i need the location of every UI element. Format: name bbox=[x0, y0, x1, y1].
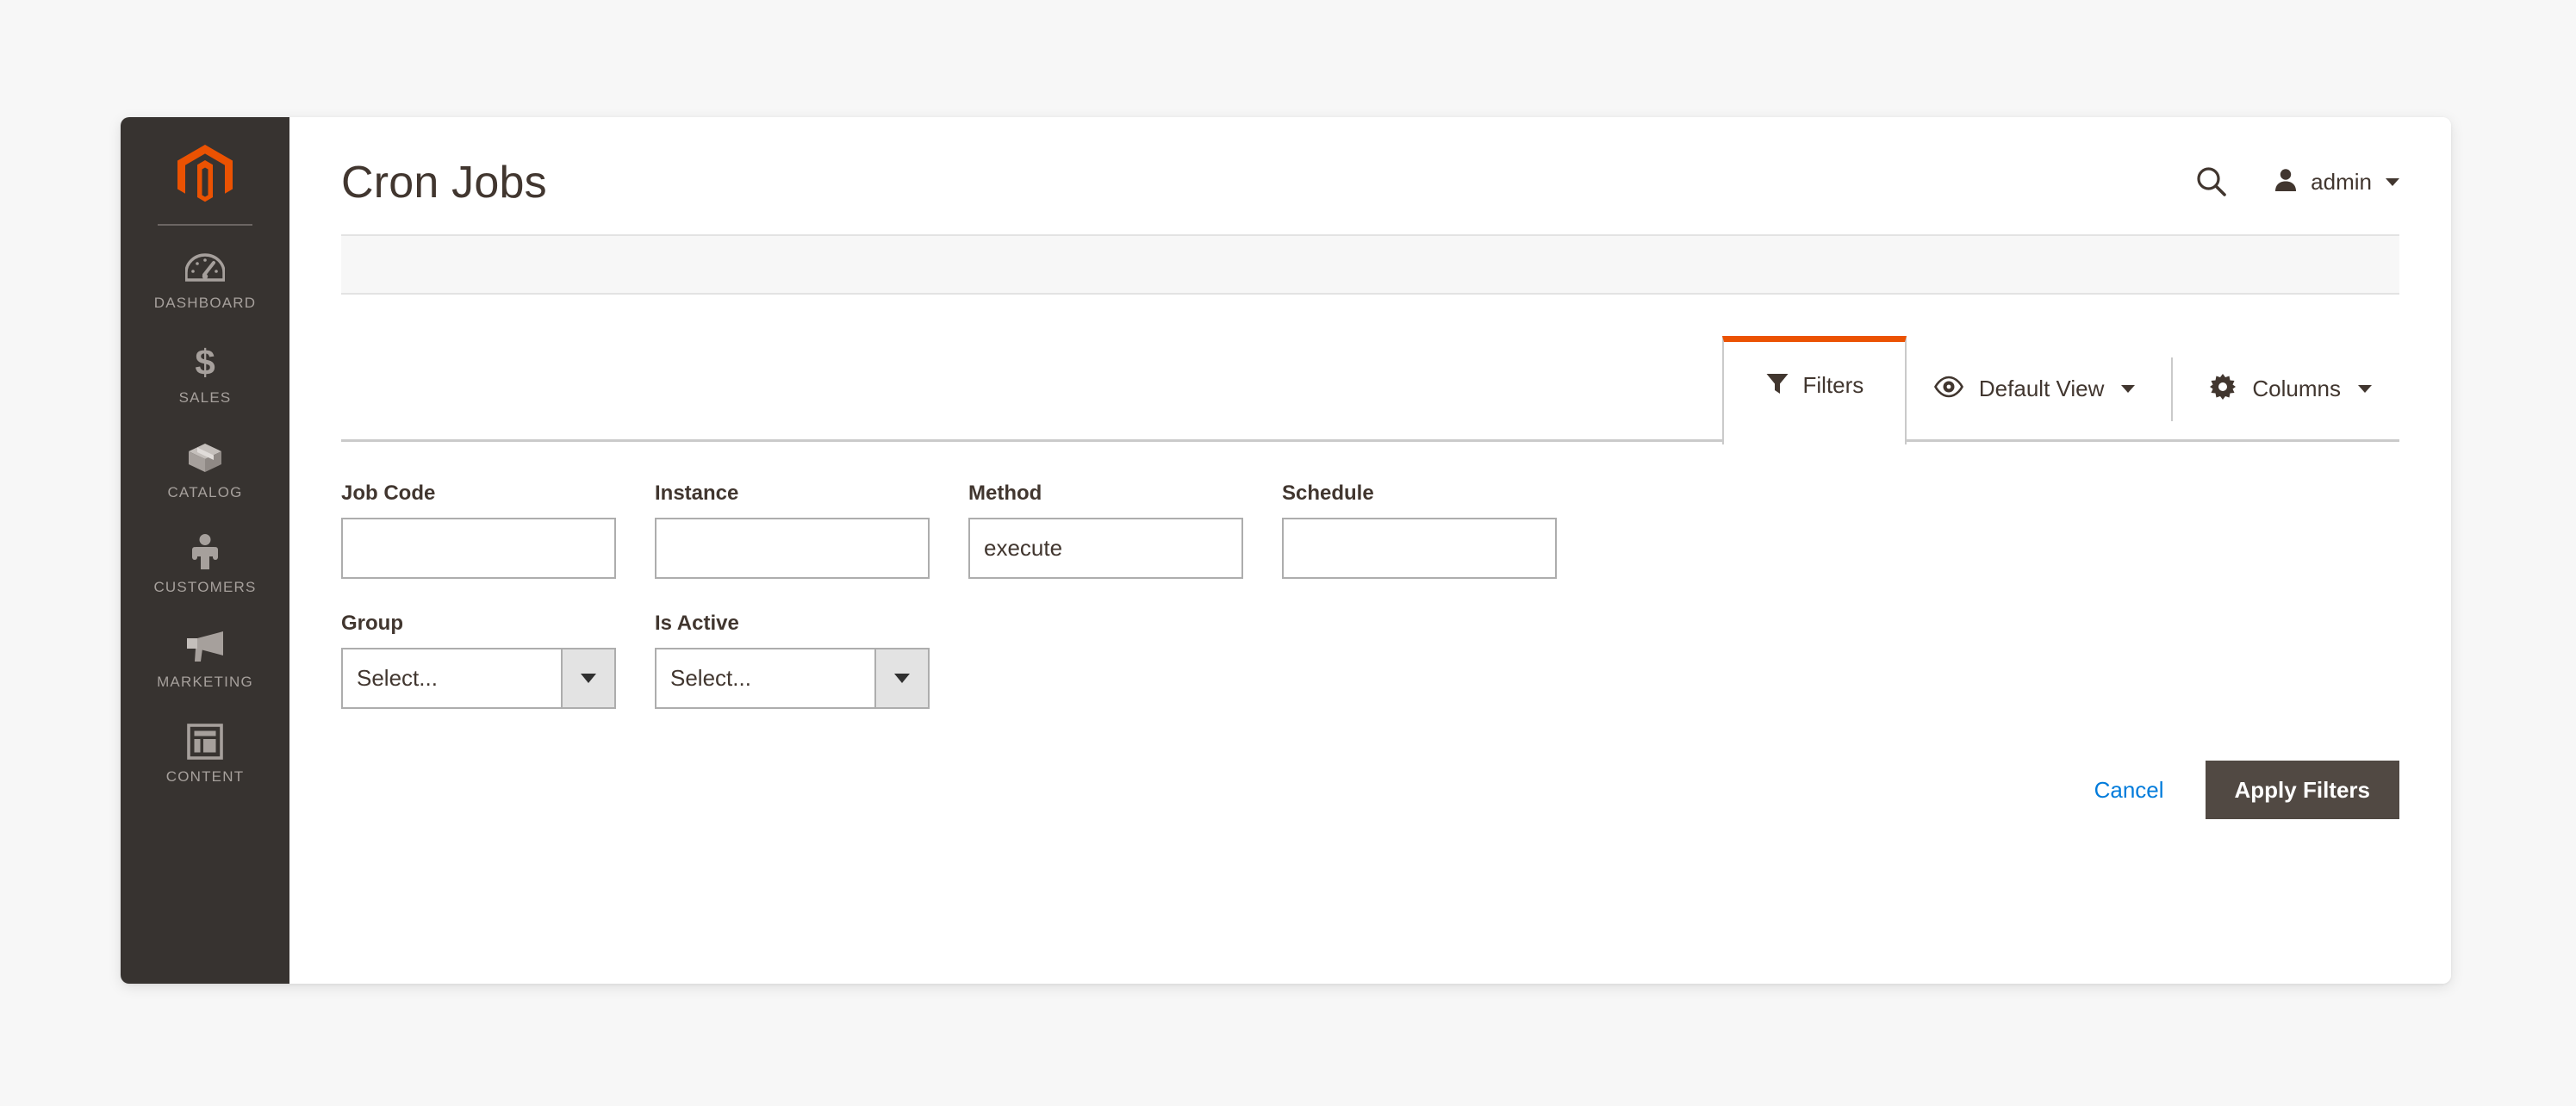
tab-filters-label: Filters bbox=[1802, 372, 1864, 398]
sidebar-item-content[interactable]: Content bbox=[121, 703, 289, 798]
schedule-label: Schedule bbox=[1282, 482, 1374, 505]
default-view-label: Default View bbox=[1978, 376, 2105, 401]
filters-panel: Job Code Instance Method Schedule bbox=[341, 442, 2399, 819]
sidebar-item-label: Dashboard bbox=[153, 295, 257, 311]
user-avatar-icon bbox=[2273, 167, 2299, 197]
main-sidebar: Dashboard $ Sales Catalog bbox=[121, 117, 289, 984]
sidebar-item-catalog[interactable]: Catalog bbox=[121, 419, 289, 513]
sidebar-item-customers[interactable]: Customers bbox=[121, 513, 289, 608]
cancel-button[interactable]: Cancel bbox=[2094, 777, 2164, 804]
dollar-sign-icon: $ bbox=[190, 343, 220, 382]
filter-field-group: Group Select... bbox=[341, 612, 616, 709]
main-content: Cron Jobs admin Filters Default View Col… bbox=[289, 117, 2451, 984]
sidebar-item-label: Sales bbox=[178, 389, 232, 406]
sidebar-item-dashboard[interactable]: Dashboard bbox=[121, 229, 289, 324]
magento-logo-icon bbox=[177, 145, 233, 205]
chevron-down-icon bbox=[581, 674, 596, 683]
page-title: Cron Jobs bbox=[341, 158, 547, 208]
header-actions: admin bbox=[2195, 153, 2399, 198]
apply-filters-button[interactable]: Apply Filters bbox=[2205, 761, 2399, 819]
filter-actions: Cancel Apply Filters bbox=[341, 709, 2399, 819]
schedule-input[interactable] bbox=[1282, 518, 1557, 579]
instance-label: Instance bbox=[655, 482, 739, 505]
layout-page-icon bbox=[187, 722, 223, 761]
sidebar-divider bbox=[158, 224, 252, 226]
admin-username: admin bbox=[2311, 168, 2372, 195]
sidebar-item-label: Catalog bbox=[167, 484, 243, 500]
toolbar-separator bbox=[2171, 357, 2174, 421]
instance-input[interactable] bbox=[655, 518, 930, 579]
filter-field-schedule: Schedule bbox=[1282, 482, 1557, 579]
group-select-toggle[interactable] bbox=[561, 649, 614, 707]
method-input[interactable] bbox=[968, 518, 1243, 579]
gear-settings-icon bbox=[2209, 373, 2237, 405]
grid-toolbar: Filters Default View Columns bbox=[341, 336, 2399, 444]
magento-logo[interactable] bbox=[121, 136, 289, 224]
filter-field-job-code: Job Code bbox=[341, 482, 616, 579]
default-view-button[interactable]: Default View bbox=[1907, 357, 2163, 421]
dashboard-gauge-icon bbox=[185, 248, 225, 288]
filter-field-method: Method bbox=[968, 482, 1243, 579]
method-label: Method bbox=[968, 482, 1042, 505]
box-package-icon bbox=[185, 438, 225, 477]
sidebar-item-marketing[interactable]: Marketing bbox=[121, 608, 289, 703]
is-active-label: Is Active bbox=[655, 612, 739, 635]
is-active-select-value: Select... bbox=[670, 665, 751, 691]
filter-row-2: Group Select... Is Active Select... bbox=[341, 612, 2399, 709]
sidebar-item-label: Customers bbox=[153, 579, 257, 595]
filter-field-instance: Instance bbox=[655, 482, 930, 579]
eye-view-icon bbox=[1933, 376, 1963, 402]
chevron-down-icon bbox=[894, 674, 910, 683]
job-code-input[interactable] bbox=[341, 518, 616, 579]
messages-placeholder bbox=[341, 234, 2399, 295]
columns-button[interactable]: Columns bbox=[2181, 357, 2399, 421]
person-icon bbox=[190, 532, 220, 572]
page-header: Cron Jobs admin bbox=[341, 117, 2399, 221]
filter-field-is-active: Is Active Select... bbox=[655, 612, 930, 709]
filter-row-1: Job Code Instance Method Schedule bbox=[341, 482, 2399, 579]
tab-filters[interactable]: Filters bbox=[1721, 336, 1907, 444]
toolbar-baseline-divider bbox=[341, 439, 2399, 442]
sidebar-item-sales[interactable]: $ Sales bbox=[121, 324, 289, 419]
chevron-down-icon bbox=[2358, 385, 2372, 393]
job-code-label: Job Code bbox=[341, 482, 436, 505]
group-select[interactable]: Select... bbox=[341, 648, 616, 709]
group-select-value: Select... bbox=[357, 665, 438, 691]
sidebar-item-label: Marketing bbox=[157, 674, 253, 690]
group-label: Group bbox=[341, 612, 403, 635]
chevron-down-icon bbox=[2121, 385, 2136, 393]
admin-panel-card: Dashboard $ Sales Catalog bbox=[121, 117, 2451, 984]
sidebar-item-label: Content bbox=[165, 768, 245, 785]
svg-text:$: $ bbox=[195, 343, 215, 382]
is-active-select[interactable]: Select... bbox=[655, 648, 930, 709]
filter-row-gap bbox=[341, 579, 2399, 612]
chevron-down-icon bbox=[2386, 177, 2399, 186]
is-active-select-toggle[interactable] bbox=[874, 649, 928, 707]
admin-user-menu[interactable]: admin bbox=[2273, 167, 2399, 197]
columns-label: Columns bbox=[2252, 376, 2341, 401]
funnel-filter-icon bbox=[1765, 371, 1789, 400]
search-icon[interactable] bbox=[2195, 165, 2228, 198]
megaphone-icon bbox=[184, 627, 227, 667]
